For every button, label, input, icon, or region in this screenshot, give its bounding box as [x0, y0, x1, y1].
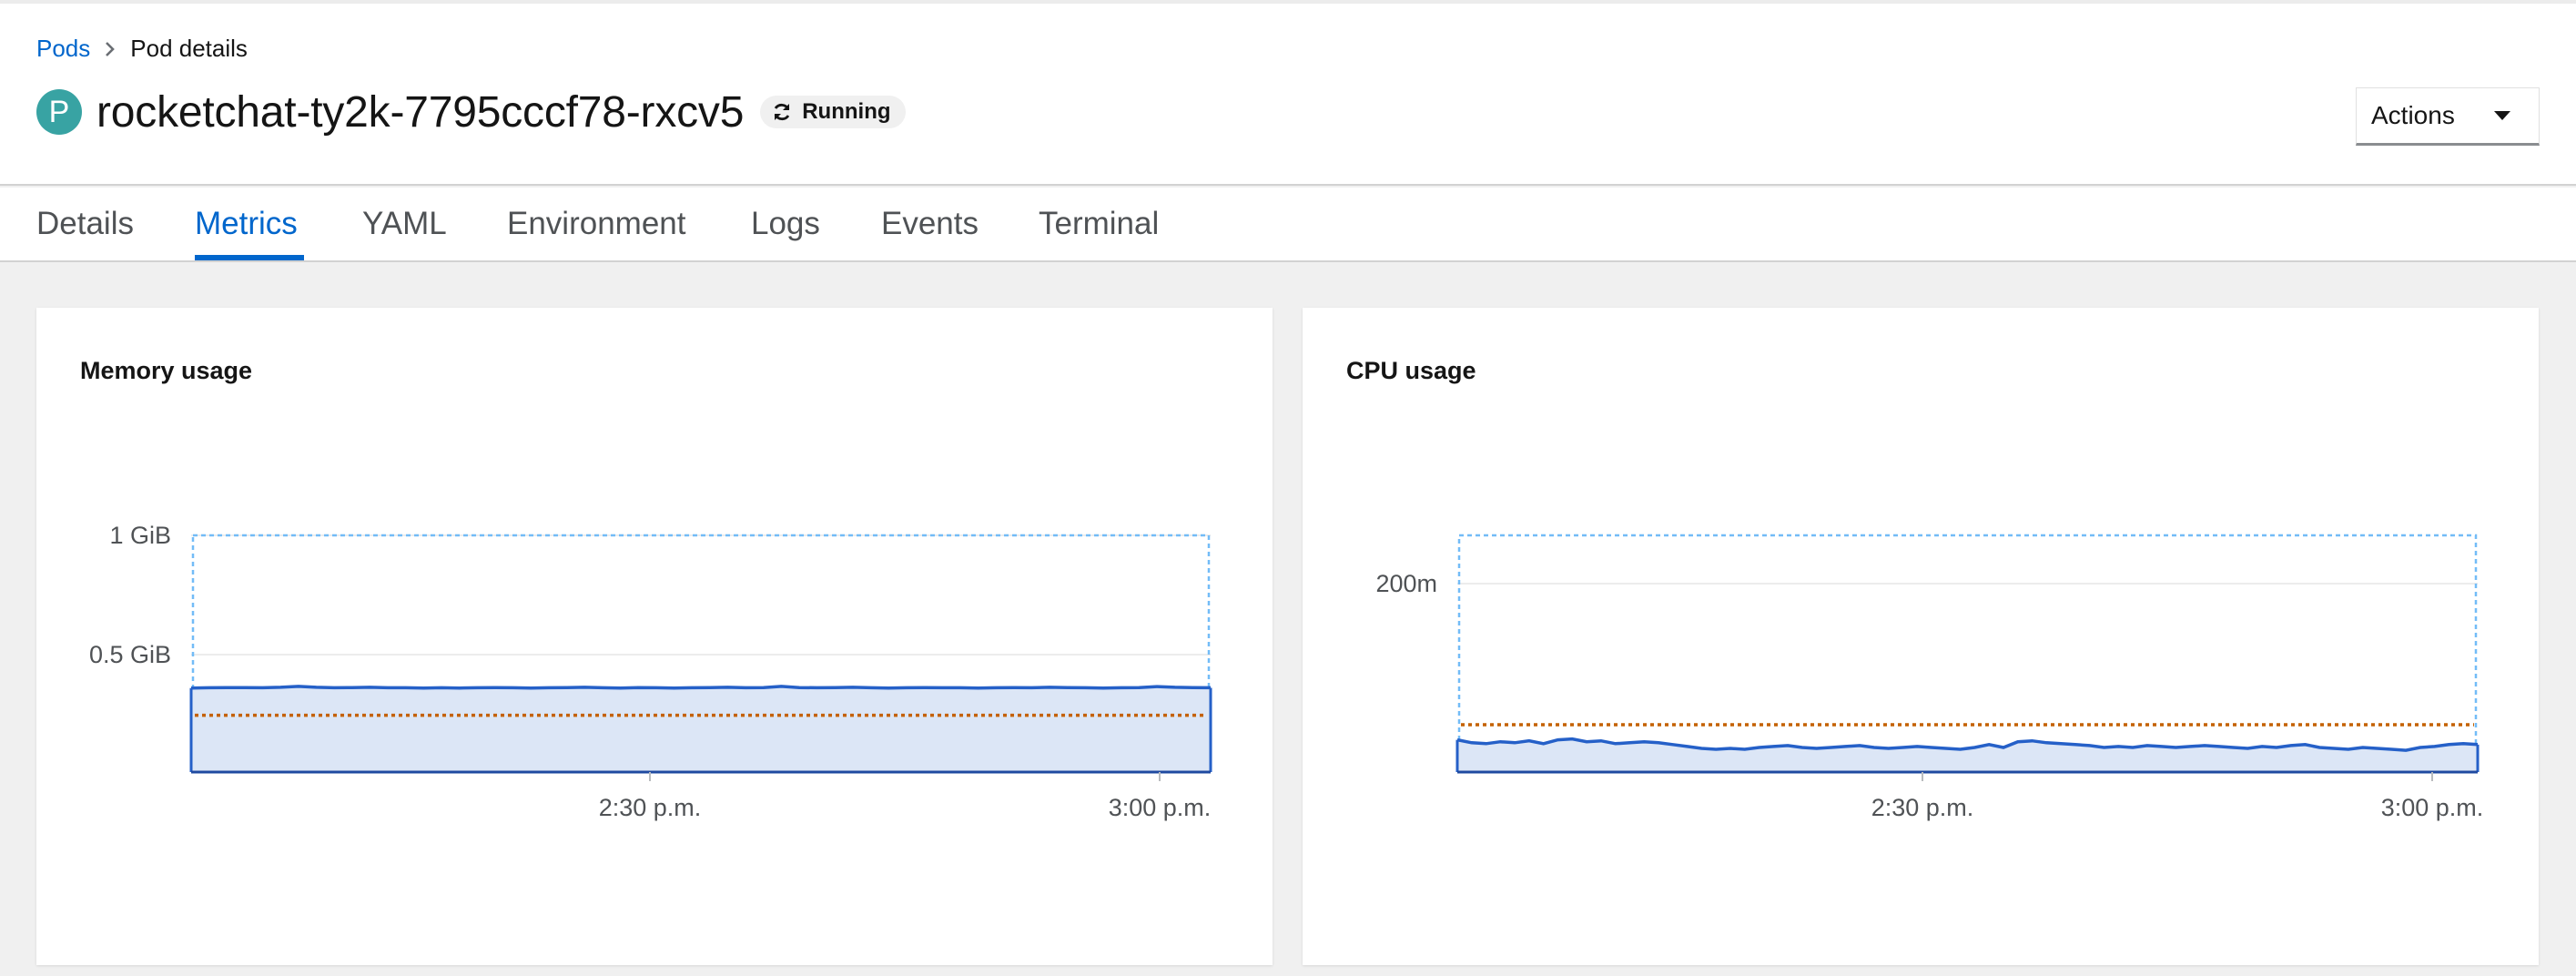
y-tick-label: 1 GiB: [109, 522, 171, 549]
chevron-right-icon: [90, 36, 130, 63]
page-title: rocketchat-ty2k-7795cccf78-rxcv5: [96, 87, 745, 137]
breadcrumb-current: Pod details: [130, 35, 248, 62]
cpu-usage-card: CPU usage 200m 2:30 p.m. 3:00 p.m.: [1303, 308, 2539, 965]
tab-details[interactable]: Details: [36, 206, 134, 260]
caret-down-icon: [2494, 111, 2510, 120]
limit-boundary: [1457, 534, 2478, 774]
actions-label: Actions: [2371, 101, 2455, 129]
cpu-usage-chart: 200m 2:30 p.m. 3:00 p.m.: [1375, 534, 2484, 821]
memory-usage-chart: 1 GiB 0.5 GiB 2:30 p.m. 3:00 p.m.: [89, 522, 1212, 821]
tab-events[interactable]: Events: [881, 206, 979, 260]
y-tick-label: 0.5 GiB: [89, 641, 171, 668]
x-tick-label: 3:00 p.m.: [2381, 794, 2484, 821]
usage-area: [191, 686, 1211, 772]
tab-bar: Details Metrics YAML Environment Logs Ev…: [0, 188, 2576, 262]
breadcrumb: Pods Pod details: [36, 35, 248, 63]
y-tick-label: 200m: [1375, 570, 1437, 597]
status-badge: Running: [760, 96, 906, 128]
page-header: Pods Pod details P rocketchat-ty2k-7795c…: [0, 4, 2576, 186]
tab-yaml[interactable]: YAML: [362, 206, 447, 260]
x-tick-label: 3:00 p.m.: [1109, 794, 1212, 821]
tab-environment[interactable]: Environment: [507, 206, 685, 260]
x-tick-label: 2:30 p.m.: [599, 794, 702, 821]
usage-line: [190, 685, 1212, 690]
breadcrumb-pods-link[interactable]: Pods: [36, 35, 90, 63]
x-tick-label: 2:30 p.m.: [1871, 794, 1974, 821]
active-tab-indicator: [195, 255, 304, 260]
tab-terminal[interactable]: Terminal: [1039, 206, 1159, 260]
memory-usage-card: Memory usage 1 GiB 0.5 GiB 2:30 p.m. 3:00 p…: [36, 308, 1273, 965]
pod-resource-badge: P: [36, 89, 82, 135]
actions-dropdown[interactable]: Actions: [2356, 87, 2540, 146]
sync-icon: [774, 103, 790, 121]
title-row: P rocketchat-ty2k-7795cccf78-rxcv5 Runni…: [36, 80, 906, 144]
tab-metrics[interactable]: Metrics: [195, 206, 298, 260]
status-text: Running: [802, 99, 891, 124]
tab-logs[interactable]: Logs: [751, 206, 820, 260]
